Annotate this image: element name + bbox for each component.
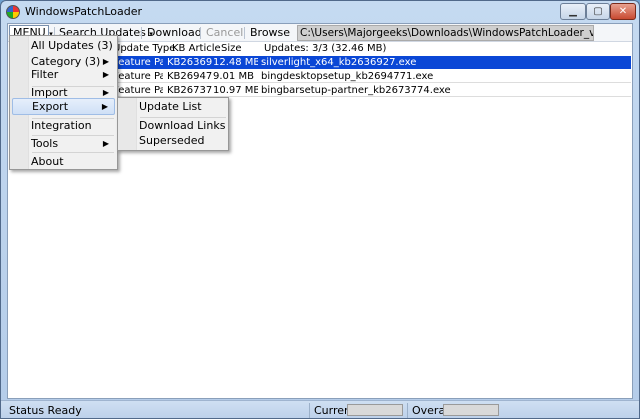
overall-progress-bar [443, 404, 499, 416]
update-type-cell: Feature Packs [113, 57, 163, 68]
menu-item-label: Filter [31, 68, 59, 81]
column-header-file[interactable]: Updates: 3/3 (32.46 MB) [264, 43, 386, 55]
kb-article-cell: KB26737... [167, 85, 213, 96]
file-name-cell: bingbarsetup-partner_kb2673774.exe [261, 85, 451, 96]
triangle-right-icon: ▶ [102, 70, 109, 79]
menu-item-tools[interactable]: Tools ▶ [12, 135, 115, 152]
file-name-cell: silverlight_x64_kb2636927.exe [261, 57, 417, 68]
browse-button[interactable]: Browse [250, 25, 290, 41]
menu-item-about[interactable]: About [12, 153, 115, 170]
toolbar-divider [141, 27, 142, 39]
file-name-cell: bingdesktopsetup_kb2694771.exe [261, 71, 434, 82]
minimize-button[interactable]: ▁ [560, 3, 586, 20]
size-cell: 9.01 MB [213, 71, 254, 82]
download-path-field[interactable]: C:\Users\Majorgeeks\Downloads\WindowsPat… [297, 25, 594, 41]
title-bar[interactable]: WindowsPatchLoader ▁ ▢ ✕ [1, 1, 639, 23]
maximize-button[interactable]: ▢ [586, 3, 610, 20]
download-button[interactable]: Download [147, 25, 202, 41]
update-type-cell: Feature Packs [113, 71, 163, 82]
submenu-item-superseded[interactable]: Superseded [120, 133, 226, 149]
menu-item-label: Tools [31, 137, 59, 150]
menu-item-all-updates[interactable]: All Updates (3) [12, 37, 115, 54]
toolbar-divider [244, 27, 245, 39]
status-divider [309, 403, 310, 418]
app-icon [6, 5, 20, 19]
status-text: Status Ready [9, 404, 82, 417]
menu-item-label: Integration [31, 119, 92, 132]
menu-item-integration[interactable]: Integration [12, 117, 115, 134]
toolbar-divider [200, 27, 201, 39]
current-progress-bar [347, 404, 403, 416]
update-type-cell: Feature Packs [113, 85, 163, 96]
submenu-item-update-list[interactable]: Update List [120, 99, 226, 115]
size-cell: 10.97 MB [213, 85, 258, 96]
submenu-item-download-links[interactable]: Download Links [120, 118, 226, 134]
close-button[interactable]: ✕ [610, 3, 636, 20]
kb-article-cell: KB26369... [167, 57, 213, 68]
export-submenu: Update List Download Links Superseded [117, 97, 229, 151]
triangle-right-icon: ▶ [102, 139, 109, 148]
menu-item-export[interactable]: Export ▶ [12, 98, 115, 115]
triangle-right-icon: ▶ [101, 102, 108, 111]
window-title: WindowsPatchLoader [25, 5, 142, 18]
cancel-button[interactable]: Cancel [206, 25, 243, 41]
column-header-type[interactable]: Update Type [113, 43, 175, 55]
kb-article-cell: KB26947... [167, 71, 213, 82]
main-menu-dropdown: All Updates (3) Category (3) ▶ Filter ▶ … [9, 35, 118, 170]
column-header-kb[interactable]: KB Article [172, 43, 221, 55]
status-divider [407, 403, 408, 418]
menu-item-label: All Updates (3) [31, 39, 113, 52]
status-bar: Status Ready Current: Overall: [1, 400, 639, 418]
size-cell: 12.48 MB [213, 57, 258, 68]
menu-item-filter[interactable]: Filter ▶ [12, 66, 115, 83]
menu-item-label: Export [32, 100, 69, 113]
menu-item-label: About [31, 155, 64, 168]
column-header-size[interactable]: Size [221, 43, 242, 55]
